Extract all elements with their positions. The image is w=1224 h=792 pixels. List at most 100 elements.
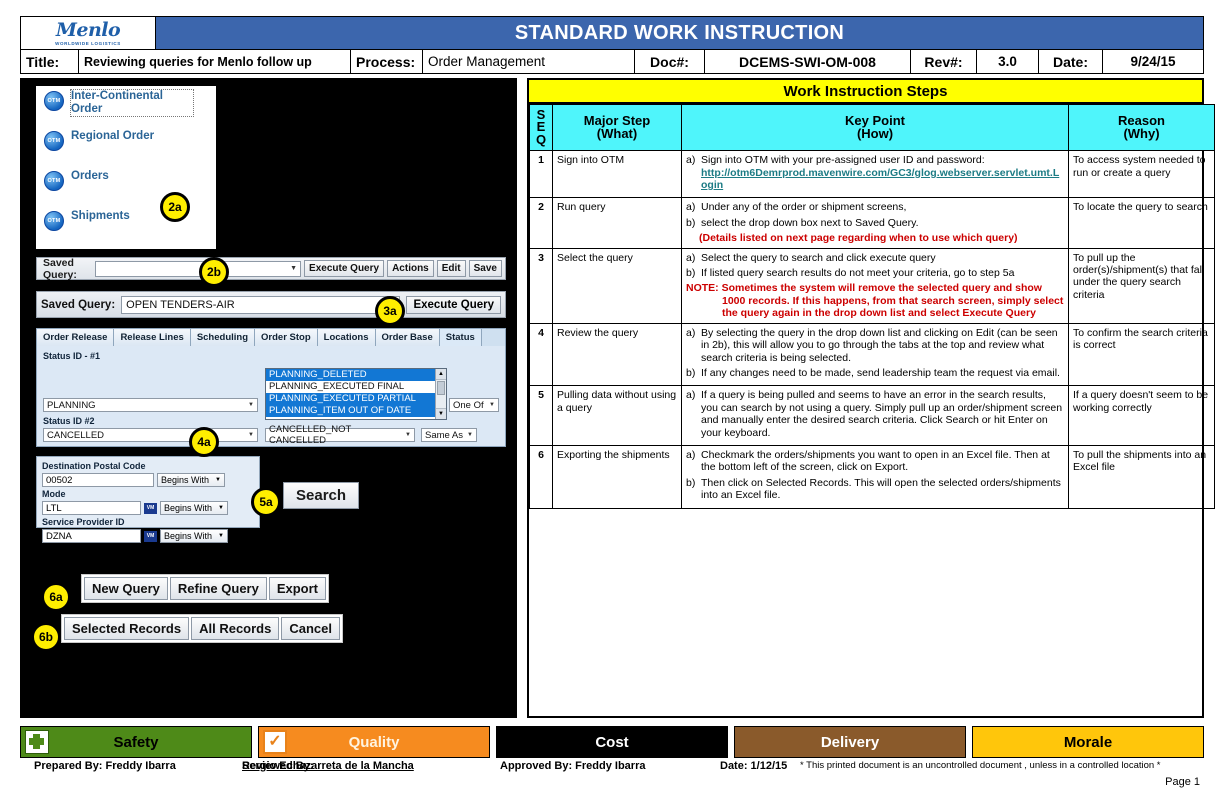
logo-wordmark: Menlo [55, 18, 121, 41]
callout-2b: 2b [199, 257, 229, 287]
refine-query-button[interactable]: Refine Query [169, 577, 267, 600]
key-point-marker: a) [686, 201, 696, 214]
key-point-item: b) select the drop down box next to Save… [686, 217, 1064, 229]
row-key-point: a) Under any of the order or shipment sc… [681, 197, 1069, 249]
doc-label: Doc#: [635, 50, 705, 73]
row-key-point: a) If a query is being pulled and seems … [681, 385, 1069, 446]
destination-postal-code-input[interactable]: 00502 [42, 473, 154, 487]
nav-item-inter-continental-order[interactable]: OTM Inter-Continental Order [36, 86, 216, 126]
mode-operator[interactable]: Begins With ▼ [160, 501, 228, 515]
nav-item-orders[interactable]: OTM Orders [36, 166, 216, 206]
key-point-item: a) Under any of the order or shipment sc… [686, 201, 1064, 213]
status2-operator-select[interactable]: Same As ▼ [421, 428, 477, 442]
saved-query-label: Saved Query: [43, 256, 77, 281]
value-lookup-icon[interactable]: VM [144, 502, 157, 514]
row-major-step: Pulling data without using a query [552, 385, 682, 446]
key-point-item: a) Select the query to search and click … [686, 252, 1064, 264]
tab-order-release[interactable]: Order Release [37, 329, 115, 346]
sqdcm-footer: Safety ✓ Quality Cost Delivery Morale [20, 726, 1204, 758]
listbox-scrollbar[interactable]: ▲ ▼ [435, 369, 446, 419]
row-reason: If a query doesn't seem to be working co… [1068, 385, 1215, 446]
search-criteria-window: Destination Postal Code 00502 Begins Wit… [36, 456, 260, 543]
document-header: Menlo worldwide logistics STANDARD WORK … [20, 16, 1204, 74]
footer-box-quality: ✓ Quality [258, 726, 490, 758]
key-point-text: If a query is being pulled and seems to … [701, 389, 1063, 439]
row-seq: 4 [529, 322, 553, 387]
status2-detail-select[interactable]: CANCELLED_NOT CANCELLED ▼ [265, 424, 415, 446]
menlo-logo: Menlo worldwide logistics [21, 17, 156, 49]
all-records-button[interactable]: All Records [191, 617, 280, 640]
search-button[interactable]: Search [283, 482, 360, 509]
row-seq: 1 [529, 150, 553, 199]
header-banner-row: Menlo worldwide logistics STANDARD WORK … [21, 17, 1203, 49]
title-value: Reviewing queries for Menlo follow up [79, 50, 351, 73]
key-point-marker: a) [686, 389, 696, 402]
table-row: 3 Select the query a) Select the query t… [529, 247, 1215, 324]
otm-login-link[interactable]: http://otm6Demrprod.mavenwire.com/GC3/gl… [701, 167, 1064, 192]
order-release-tabbed-window: Order Release Release Lines Scheduling O… [36, 328, 506, 447]
listbox-item[interactable]: PLANNING_EXECUTED FINAL [266, 381, 446, 393]
header-fields-row: Title: Reviewing queries for Menlo follo… [21, 49, 1203, 73]
service-provider-id-input[interactable]: DZNA [42, 529, 141, 543]
key-point-item: b) If listed query search results do not… [686, 267, 1064, 279]
tab-locations[interactable]: Locations [317, 329, 376, 346]
chevron-down-icon: ▼ [248, 402, 254, 408]
nav-item-regional-order[interactable]: OTM Regional Order [36, 126, 216, 166]
first-aid-cross-icon [25, 730, 49, 754]
tab-order-base[interactable]: Order Base [375, 329, 440, 346]
tab-scheduling[interactable]: Scheduling [190, 329, 256, 346]
mode-input[interactable]: LTL [42, 501, 141, 515]
scroll-down-icon[interactable]: ▼ [436, 408, 446, 419]
status2-label: Status ID #2 [43, 416, 95, 426]
chevron-down-icon: ▼ [218, 505, 224, 511]
export-button[interactable]: Export [268, 577, 327, 600]
row-major-step: Review the query [552, 322, 682, 387]
nav-label: Inter-Continental Order [70, 89, 194, 117]
listbox-item[interactable]: PLANNING_DELETED [266, 369, 446, 381]
status2-value-select[interactable]: CANCELLED ▼ [43, 428, 258, 442]
save-button[interactable]: Save [468, 260, 502, 277]
saved-query-select[interactable]: ▼ [95, 260, 302, 277]
approval-date: Date: 1/12/15 [720, 760, 788, 772]
execute-query-button[interactable]: Execute Query [406, 295, 501, 314]
row-major-step: Select the query [552, 247, 682, 324]
table-title: Work Instruction Steps [529, 80, 1202, 104]
callout-4a: 4a [189, 427, 219, 457]
edit-button[interactable]: Edit [436, 260, 466, 277]
row-major-step: Exporting the shipments [552, 444, 682, 509]
tab-order-stop[interactable]: Order Stop [255, 329, 318, 346]
status-value-listbox[interactable]: PLANNING_DELETED PLANNING_EXECUTED FINAL… [265, 368, 447, 420]
key-point-item: a) If a query is being pulled and seems … [686, 389, 1064, 439]
saved-query-select[interactable]: OPEN TENDERS-AIR▼ [121, 295, 401, 314]
row-seq: 5 [529, 385, 553, 446]
value-lookup-icon[interactable]: VM [144, 530, 157, 542]
tab-status[interactable]: Status [439, 329, 482, 346]
key-point-note: NOTE: Sometimes the system will remove t… [686, 282, 1064, 319]
process-label: Process: [351, 50, 423, 73]
col-reason-line2: (Why) [1123, 125, 1160, 141]
actions-button[interactable]: Actions [387, 260, 434, 277]
saved-query-toolbar-2: Saved Query: OPEN TENDERS-AIR▼ Execute Q… [36, 291, 506, 318]
new-query-button[interactable]: New Query [84, 577, 168, 600]
status1-operator-select[interactable]: One Of ▼ [449, 398, 499, 412]
selected-records-button[interactable]: Selected Records [64, 617, 190, 640]
destination-postal-code-operator[interactable]: Begins With ▼ [157, 473, 225, 487]
listbox-item[interactable]: PLANNING_ITEM OUT OF DATE [266, 405, 446, 417]
row-key-point: a) Select the query to search and click … [681, 247, 1069, 324]
chevron-down-icon: ▼ [248, 432, 254, 438]
chevron-down-icon: ▼ [489, 402, 495, 408]
reviewed-by: Reviewed By: Sergio Echazarreta de la Ma… [242, 760, 414, 772]
col-major-line2: (What) [596, 125, 638, 141]
saved-query-toolbar-1: Saved Query: ▼ Execute Query Actions Edi… [36, 256, 506, 281]
listbox-item[interactable]: PLANNING_EXECUTED PARTIAL [266, 393, 446, 405]
date-label: Date: [1039, 50, 1103, 73]
key-point-item: b) If any changes need to be made, send … [686, 367, 1064, 379]
execute-query-button[interactable]: Execute Query [304, 260, 385, 277]
tab-release-lines[interactable]: Release Lines [114, 329, 191, 346]
scrollbar-thumb[interactable] [437, 381, 445, 395]
key-point-marker: a) [686, 251, 696, 264]
status1-value-select[interactable]: PLANNING ▼ [43, 398, 258, 412]
service-provider-id-operator[interactable]: Begins With ▼ [160, 529, 228, 543]
cancel-button[interactable]: Cancel [281, 617, 340, 640]
scroll-up-icon[interactable]: ▲ [436, 369, 446, 380]
